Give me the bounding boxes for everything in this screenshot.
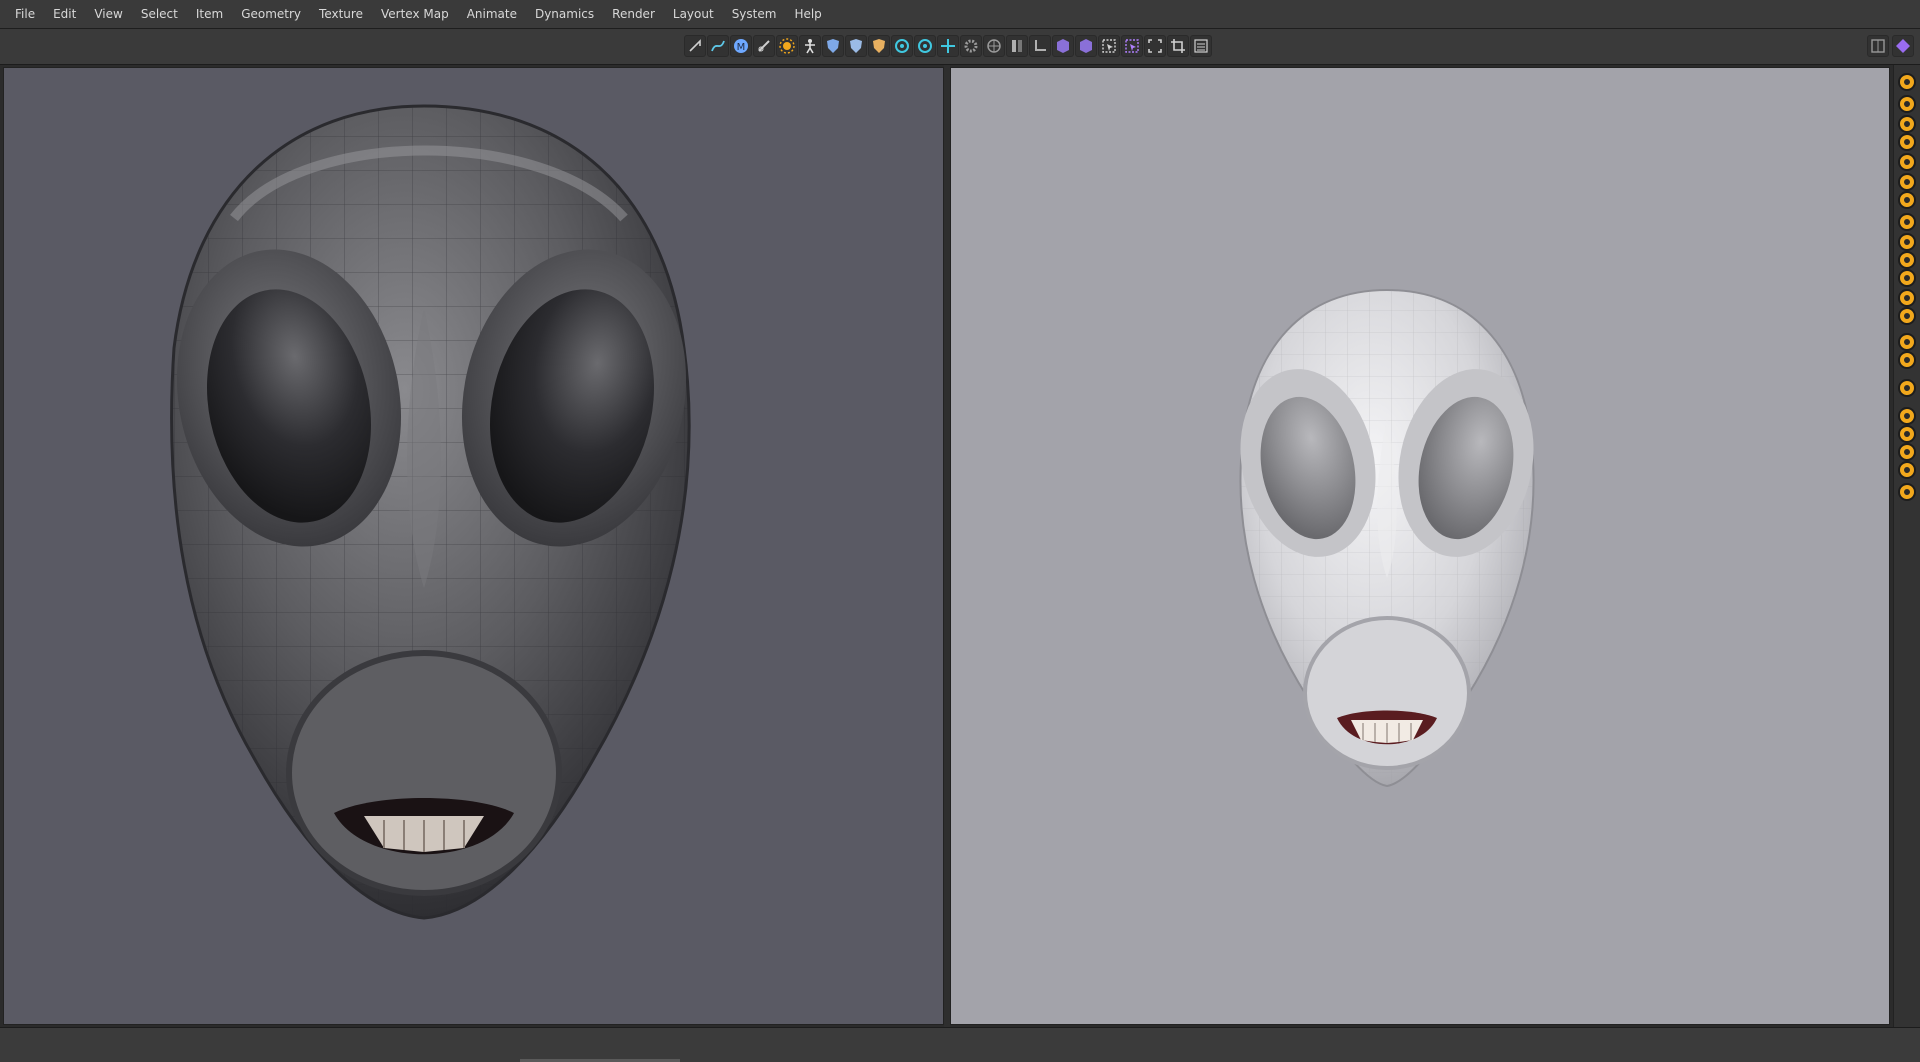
alien-head-model-shaded [170,104,691,920]
burst-icon[interactable] [1898,289,1916,307]
grid-tool-button[interactable] [983,35,1005,57]
menu-view[interactable]: View [85,7,131,21]
chevron-down-icon[interactable] [1898,251,1916,269]
menu-render[interactable]: Render [603,7,664,21]
m-tool-icon: M [734,39,748,53]
purple-gem-icon [1896,39,1910,53]
list-tool-button[interactable] [1190,35,1212,57]
refresh-icon[interactable] [1898,191,1916,209]
tool-column [1893,65,1920,1027]
menu-item[interactable]: Item [187,7,232,21]
layout-button[interactable] [1867,35,1889,57]
rotate-icon[interactable] [1898,73,1916,91]
x-icon[interactable] [1898,443,1916,461]
menu-animate[interactable]: Animate [458,7,526,21]
menu-layout[interactable]: Layout [664,7,723,21]
menu-geometry[interactable]: Geometry [232,7,310,21]
menu-help[interactable]: Help [785,7,830,21]
cube-purple-tool-button[interactable] [1052,35,1074,57]
figure-icon [805,39,815,54]
cube-dark-icon [1080,39,1092,53]
layout-icon [1871,39,1885,53]
gear-icon [964,39,978,53]
figure-tool-button[interactable] [799,35,821,57]
pause-icon[interactable] [1898,333,1916,351]
menu-system[interactable]: System [723,7,786,21]
list-icon [1194,39,1208,53]
pen-icon [689,39,701,52]
curve-tool-button[interactable] [707,35,729,57]
menu-file[interactable]: File [6,7,44,21]
status-bar [0,1027,1920,1062]
toolbar-right [1867,35,1914,57]
pin-icon[interactable] [1898,115,1916,133]
pie-icon[interactable] [1898,307,1916,325]
sun-tool-button[interactable] [776,35,798,57]
purple-gem-button[interactable] [1892,35,1914,57]
select-tool-button[interactable] [1098,35,1120,57]
pen-tool-button[interactable] [684,35,706,57]
ring-icon[interactable] [1898,95,1916,113]
grid-icon [987,39,1001,53]
select-purple-icon [1125,39,1139,53]
viewport-shaded[interactable] [3,67,944,1025]
circle-icon[interactable] [1898,407,1916,425]
flower-icon[interactable] [1898,483,1916,501]
shield-blue-tool-button[interactable] [822,35,844,57]
lines-icon[interactable] [1898,133,1916,151]
crop-tool-button[interactable] [1167,35,1189,57]
corner-tool-button[interactable] [1029,35,1051,57]
select-purple-tool-button[interactable] [1121,35,1143,57]
menu-dynamics[interactable]: Dynamics [526,7,603,21]
toolbar: M [0,29,1920,65]
crop-icon [1171,39,1185,53]
alien-head-model-preview [1239,288,1535,788]
link-icon [758,40,770,52]
shield-light-tool-button[interactable] [845,35,867,57]
menu-select[interactable]: Select [132,7,187,21]
crosshair-tool-button[interactable] [937,35,959,57]
cube-dark-tool-button[interactable] [1075,35,1097,57]
sun-icon [779,38,795,54]
curve-icon [711,40,725,52]
tool-group: M [684,35,1212,59]
shield-blue-icon [827,39,839,53]
gear-tool-button[interactable] [960,35,982,57]
svg-text:M: M [737,42,746,53]
link-tool-button[interactable] [753,35,775,57]
crosshair-icon [941,39,955,53]
target-tool-button[interactable] [891,35,913,57]
cube-purple-icon [1057,39,1069,53]
gear-icon[interactable] [1898,425,1916,443]
frame-tool-button[interactable] [1144,35,1166,57]
smile-icon[interactable] [1898,351,1916,369]
chevron-up-icon[interactable] [1898,269,1916,287]
frame-icon [1148,39,1162,53]
target-icon[interactable] [1898,379,1916,397]
menu-edit[interactable]: Edit [44,7,85,21]
box-icon[interactable] [1898,173,1916,191]
heart-icon[interactable] [1898,213,1916,231]
split-tool-button[interactable] [1006,35,1028,57]
ring-tool-button[interactable] [914,35,936,57]
select-icon [1102,39,1116,53]
menu-texture[interactable]: Texture [310,7,372,21]
heart-dark-icon[interactable] [1898,233,1916,251]
shield-light-icon [850,39,862,53]
shield-orange-icon [873,39,885,53]
menu-bar: File Edit View Select Item Geometry Texture Ver… [0,0,1920,29]
shield-orange-tool-button[interactable] [868,35,890,57]
shield-icon[interactable] [1898,153,1916,171]
split-icon [1012,40,1022,52]
dot-icon[interactable] [1898,461,1916,479]
target-icon [895,39,909,53]
m-tool-tool-button[interactable]: M [730,35,752,57]
menu-vertex-map[interactable]: Vertex Map [372,7,458,21]
corner-icon [1035,40,1046,51]
ring-icon [918,39,932,53]
viewport-preview[interactable] [950,67,1890,1025]
